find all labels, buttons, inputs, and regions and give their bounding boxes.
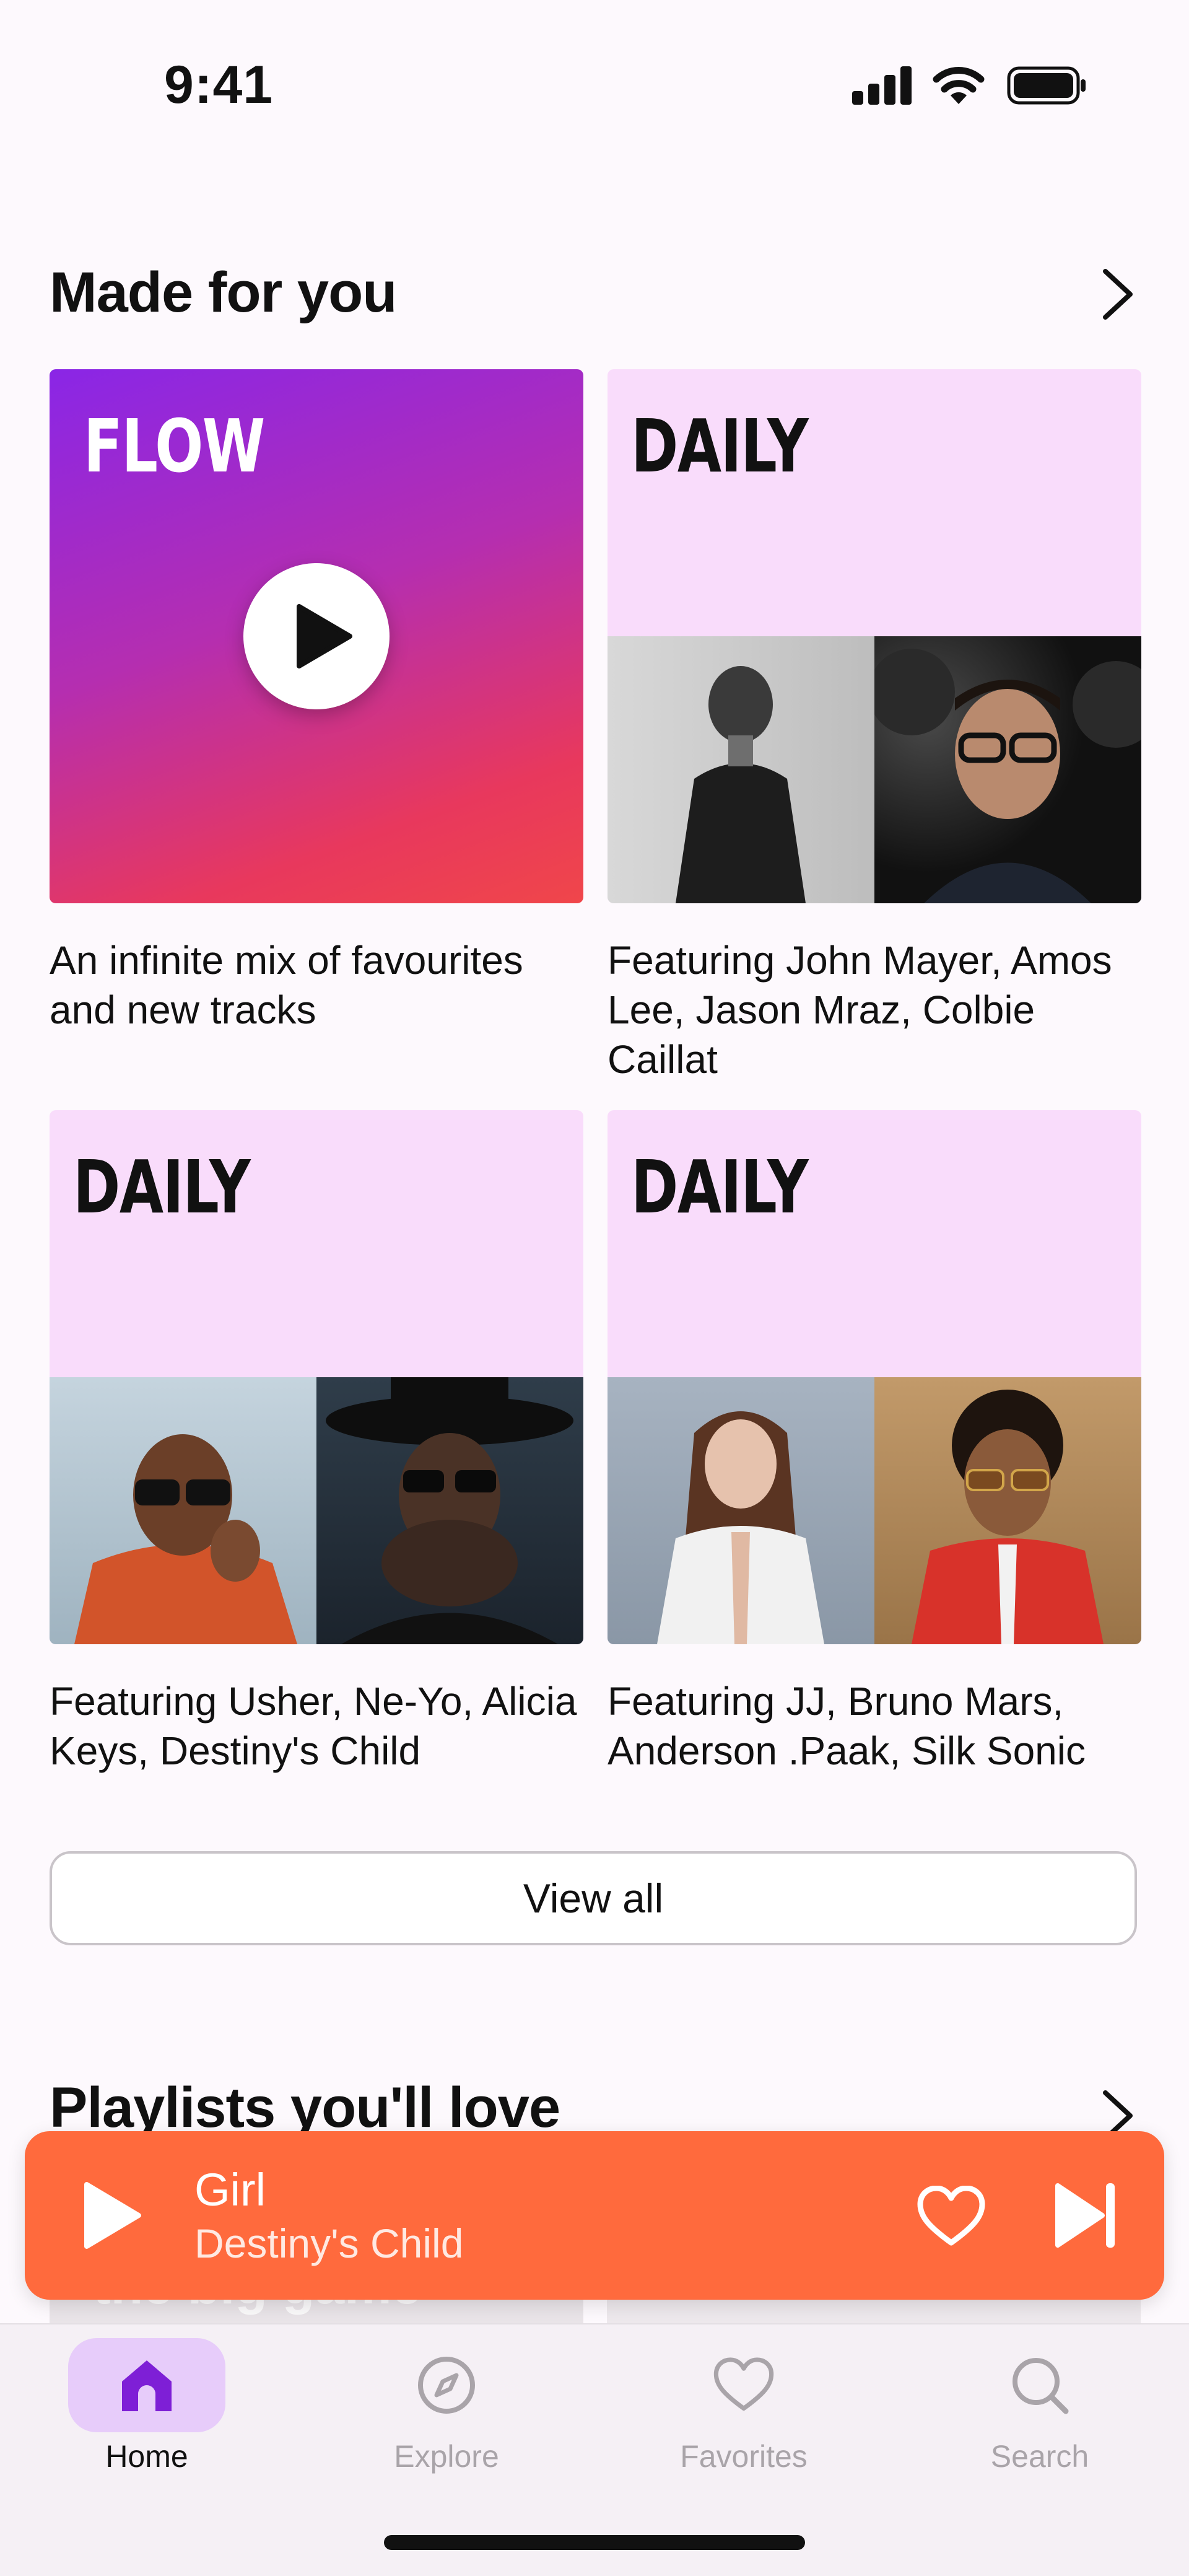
artist-silhouette	[326, 1377, 573, 1644]
card-caption: Featuring JJ, Bruno Mars, Anderson .Paak…	[608, 1679, 1086, 1773]
home-indicator	[384, 2535, 805, 2550]
now-playing-title: Girl	[194, 2164, 266, 2215]
artist-photos	[608, 636, 1141, 903]
tab-label: Home	[105, 2439, 188, 2474]
artist-silhouette	[912, 1390, 1104, 1644]
section-title-made-for-you: Made for you	[50, 261, 397, 324]
status-time: 9:41	[164, 55, 274, 115]
tab-label: Favorites	[680, 2439, 808, 2474]
home-icon	[122, 2360, 172, 2411]
cellular-signal-icon	[852, 65, 913, 105]
artist-silhouette	[74, 1434, 297, 1644]
view-all-button[interactable]: View all	[50, 1851, 1137, 1945]
artist-photo	[316, 1377, 583, 1644]
artist-photo	[608, 1377, 874, 1644]
wifi-icon	[933, 67, 985, 104]
daily-label: DAILY	[631, 403, 809, 489]
chevron-right-icon[interactable]	[1099, 266, 1136, 322]
search-icon	[1013, 2358, 1069, 2414]
tab-explore[interactable]: Explore	[341, 2338, 552, 2474]
flow-tile[interactable]: FLOW	[50, 369, 583, 903]
screen: 9:41 Made for you FLOW An infinite mix o…	[0, 0, 1189, 2576]
flow-label: FLOW	[84, 403, 265, 489]
mini-player[interactable]: Girl Destiny's Child	[25, 2131, 1164, 2300]
tab-icon-wrap	[368, 2338, 525, 2432]
daily-tile[interactable]: DAILY	[608, 369, 1141, 903]
daily-card[interactable]: DAILY	[50, 1110, 583, 1776]
tab-favorites[interactable]: Favorites	[638, 2338, 849, 2474]
daily-label: DAILY	[631, 1144, 809, 1230]
heart-icon	[713, 2357, 774, 2411]
artist-photo	[608, 636, 874, 903]
artist-photo	[874, 1377, 1141, 1644]
compass-icon	[418, 2357, 475, 2414]
artist-silhouette	[676, 666, 806, 903]
daily-tile[interactable]: DAILY	[50, 1110, 583, 1644]
daily-label: DAILY	[73, 1144, 251, 1230]
tab-home[interactable]: Home	[41, 2338, 252, 2474]
skip-next-icon[interactable]	[1053, 2181, 1121, 2250]
battery-icon	[1007, 66, 1086, 105]
card-caption: Featuring John Mayer, Amos Lee, Jason Mr…	[608, 938, 1112, 1082]
artist-silhouette	[657, 1411, 824, 1644]
artist-photo	[50, 1377, 316, 1644]
play-icon	[297, 604, 352, 668]
card-caption: An infinite mix of favourites and new tr…	[50, 938, 523, 1032]
tab-label: Search	[990, 2439, 1089, 2474]
tab-icon-wrap	[665, 2338, 822, 2432]
tab-icon-highlight	[68, 2338, 225, 2432]
daily-card[interactable]: DAILY	[608, 1110, 1141, 1776]
artist-photo	[874, 636, 1141, 903]
play-icon[interactable]	[81, 2181, 142, 2250]
flow-card[interactable]: FLOW An infinite mix of favourites and n…	[50, 369, 583, 1035]
tab-icon-wrap	[961, 2338, 1118, 2432]
heart-icon[interactable]	[917, 2186, 986, 2248]
artist-photos	[50, 1377, 583, 1644]
now-playing-artist: Destiny's Child	[194, 2220, 464, 2266]
tab-search[interactable]: Search	[934, 2338, 1145, 2474]
artist-photos	[608, 1377, 1141, 1644]
play-button[interactable]	[243, 563, 390, 709]
card-caption: Featuring Usher, Ne-Yo, Alicia Keys, Des…	[50, 1679, 577, 1773]
artist-silhouette	[874, 649, 1141, 903]
daily-card[interactable]: DAILY	[608, 369, 1141, 1084]
daily-tile[interactable]: DAILY	[608, 1110, 1141, 1644]
tab-label: Explore	[394, 2439, 499, 2474]
status-bar: 9:41	[0, 0, 1189, 161]
